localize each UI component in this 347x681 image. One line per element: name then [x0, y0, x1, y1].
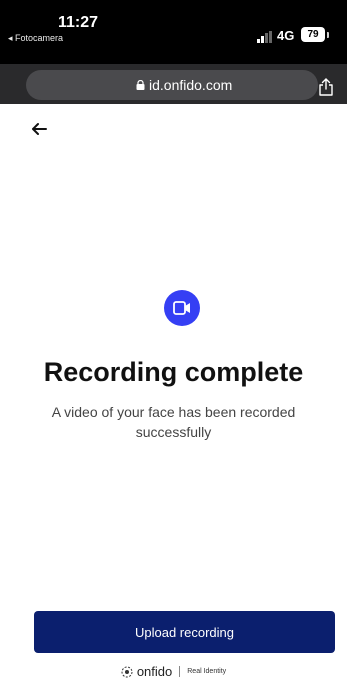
lock-icon: [136, 80, 145, 90]
brand-tagline: Real Identity: [187, 668, 227, 675]
status-bar: 11:27 ◂ Fotocamera 4G 79: [0, 0, 347, 64]
footer: onfido Real Identity: [0, 664, 347, 680]
battery-indicator: 79: [301, 27, 325, 42]
back-arrow-icon[interactable]: [30, 120, 48, 138]
back-to-app-link[interactable]: ◂ Fotocamera: [8, 33, 63, 44]
address-bar[interactable]: id.onfido.com: [26, 70, 318, 100]
browser-bar: id.onfido.com: [0, 64, 347, 104]
url-text: id.onfido.com: [149, 77, 233, 93]
battery-nub: [327, 32, 329, 38]
video-status-badge: [164, 290, 200, 326]
video-camera-icon: [173, 301, 190, 315]
brand-name: onfido: [136, 664, 173, 679]
page-subtitle: A video of your face has been recorded s…: [51, 404, 296, 440]
share-icon[interactable]: [318, 78, 334, 96]
onfido-logo-icon: [121, 666, 133, 677]
status-time: 11:27: [58, 14, 99, 31]
network-type: 4G: [277, 28, 295, 43]
footer-divider: [179, 666, 181, 677]
page-title: Recording complete: [43, 357, 304, 387]
signal-icon: [257, 31, 272, 43]
upload-recording-button[interactable]: Upload recording: [34, 611, 335, 653]
